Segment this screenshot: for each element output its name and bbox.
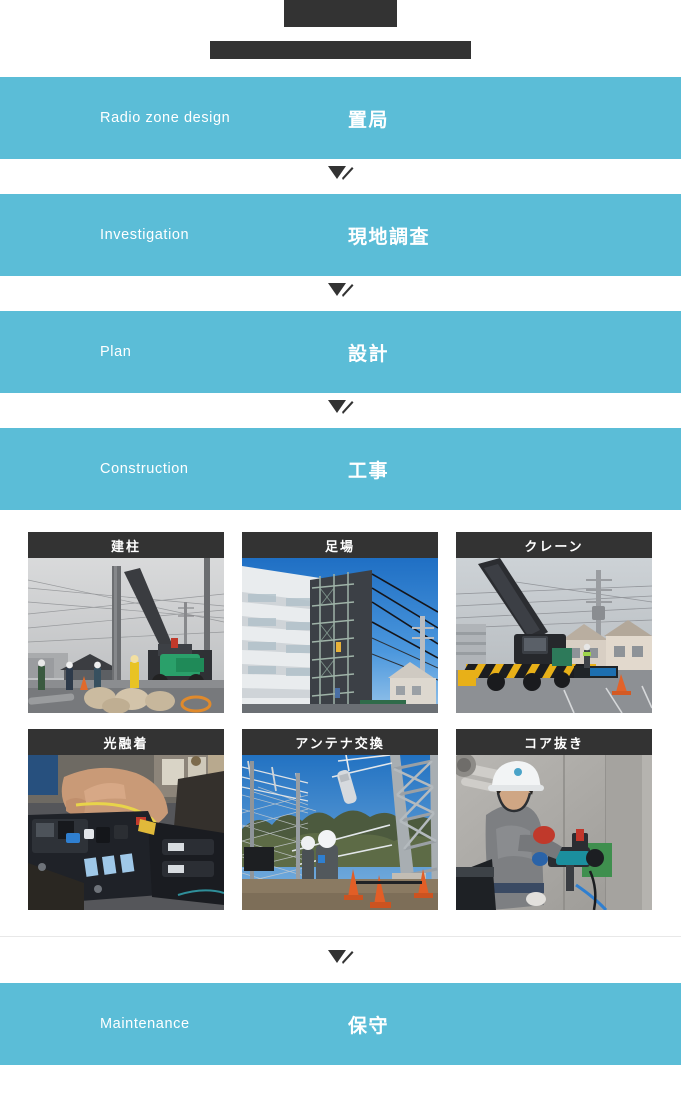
flow-step-label-jp: 保守 — [348, 1015, 390, 1037]
gallery-card-caption: コア抜き — [456, 729, 652, 755]
gallery-card[interactable]: 光融着 — [28, 729, 224, 910]
down-arrow-icon — [327, 399, 354, 422]
gallery-card-caption: 光融着 — [28, 729, 224, 755]
header-spacer — [0, 59, 681, 77]
page-header — [0, 0, 681, 59]
scaffolding-building-photo — [242, 558, 438, 713]
down-arrow-icon — [327, 949, 354, 972]
gallery-card-caption: クレーン — [456, 532, 652, 558]
down-arrow-icon — [327, 165, 354, 188]
process-flow-page: Radio zone design 置局 Investigation 現地調査 … — [0, 0, 681, 1097]
flow-step-label-jp: 設計 — [348, 343, 390, 365]
flow-step-plan[interactable]: Plan 設計 — [0, 311, 681, 393]
flow-step-label-jp: 工事 — [348, 460, 390, 482]
flow-step-label-jp: 置局 — [348, 109, 390, 131]
gallery-card-caption: アンテナ交換 — [242, 729, 438, 755]
flow-arrow-3 — [0, 393, 681, 428]
flow-step-label-en: Plan — [100, 344, 132, 360]
gallery-card-caption: 足場 — [242, 532, 438, 558]
gallery-card[interactable]: 建柱 — [28, 532, 224, 713]
core-drilling-worker-photo — [456, 755, 652, 910]
construction-gallery: 建柱 足場 クレーン 光融着 アンテナ交換 コア抜き — [0, 510, 681, 937]
gallery-grid: 建柱 足場 クレーン 光融着 アンテナ交換 コア抜き — [28, 532, 653, 910]
gallery-card-caption: 建柱 — [28, 532, 224, 558]
flow-step-label-en: Construction — [100, 461, 189, 477]
flow-step-investigation[interactable]: Investigation 現地調査 — [0, 194, 681, 276]
down-arrow-icon — [327, 282, 354, 305]
utility-pole-erection-photo — [28, 558, 224, 713]
page-title-redacted-block — [284, 0, 397, 27]
flow-arrow-1 — [0, 159, 681, 194]
gallery-card[interactable]: アンテナ交換 — [242, 729, 438, 910]
flow-arrow-4 — [0, 937, 681, 983]
optical-fiber-fusion-splicer-photo — [28, 755, 224, 910]
flow-step-label-en: Maintenance — [100, 1016, 190, 1032]
gallery-card[interactable]: クレーン — [456, 532, 652, 713]
page-subtitle-redacted-block — [210, 41, 471, 59]
flow-arrow-2 — [0, 276, 681, 311]
gallery-card[interactable]: コア抜き — [456, 729, 652, 910]
flow-step-label-jp: 現地調査 — [348, 226, 431, 248]
flow-step-construction[interactable]: Construction 工事 — [0, 428, 681, 510]
mobile-crane-truck-photo — [456, 558, 652, 713]
flow-step-radio-zone-design[interactable]: Radio zone design 置局 — [0, 77, 681, 159]
flow-step-label-en: Radio zone design — [100, 110, 231, 126]
antenna-replacement-tower-photo — [242, 755, 438, 910]
flow-step-label-en: Investigation — [100, 227, 190, 243]
gallery-card[interactable]: 足場 — [242, 532, 438, 713]
flow-step-maintenance[interactable]: Maintenance 保守 — [0, 983, 681, 1065]
